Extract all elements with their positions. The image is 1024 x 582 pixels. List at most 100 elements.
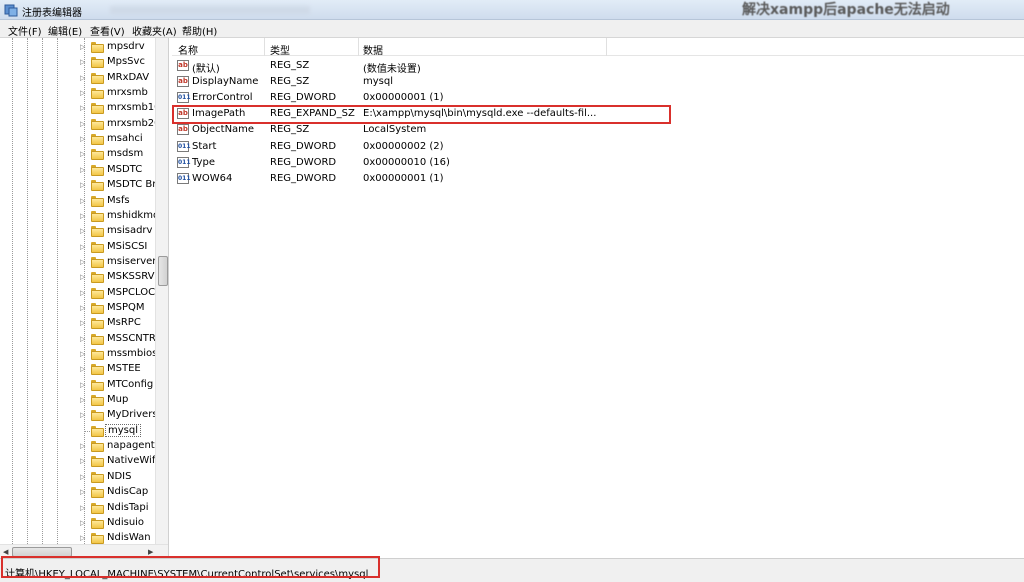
column-type-header[interactable]: 类型 (270, 42, 290, 57)
folder-icon (91, 471, 104, 483)
tree-item[interactable]: ▷ MSDTC Bri (0, 178, 160, 193)
tree-item[interactable]: ▷ mrxsmb (0, 86, 160, 101)
tree-item[interactable]: ▷ MSPQM (0, 301, 160, 316)
key-tree-pane[interactable]: ▷ mpsdrv ▷ MpsSvc ▷ MRxDAV ▷ mrxsmb ▷ mrxsmb10 ▷ mr… (0, 38, 169, 558)
tree-item[interactable]: ▷ MyDrivers (0, 408, 160, 423)
tree-item[interactable]: ▷ napagent (0, 439, 160, 454)
tree-item[interactable]: ▷ msahci (0, 132, 160, 147)
tree-item[interactable]: ▷ MSKSSRV (0, 270, 160, 285)
expand-arrow-icon[interactable]: ▷ (80, 350, 88, 359)
expand-arrow-icon[interactable]: ▷ (80, 457, 88, 466)
expand-arrow-icon[interactable]: ▷ (80, 396, 88, 405)
tree-item[interactable]: ▷ mpsdrv (0, 40, 160, 55)
tree-item[interactable]: ▷ msiserver (0, 255, 160, 270)
value-row[interactable]: ab ImagePath REG_EXPAND_SZ E:\xampp\mysql\b… (172, 106, 1022, 122)
tree-item-label: mpsdrv (107, 41, 145, 52)
column-separator[interactable] (264, 38, 265, 56)
column-separator[interactable] (606, 38, 607, 56)
expand-arrow-icon[interactable]: ▷ (80, 289, 88, 298)
tree-item-label: MSDTC Bri (107, 179, 160, 191)
value-row[interactable]: 011 Start REG_DWORD 0x00000002 (2) (172, 139, 1022, 155)
column-separator[interactable] (358, 38, 359, 56)
expand-arrow-icon[interactable]: ▷ (80, 135, 88, 144)
expand-arrow-icon[interactable]: ▷ (80, 258, 88, 267)
tree-item[interactable]: ▷ NdisCap (0, 485, 160, 500)
expand-arrow-icon[interactable]: ▷ (80, 227, 88, 236)
expand-arrow-icon[interactable]: ▷ (80, 197, 88, 206)
expand-arrow-icon[interactable]: ▷ (80, 473, 88, 482)
expand-arrow-icon[interactable]: ▷ (80, 150, 88, 159)
tree-item[interactable]: ▷ MSPCLOCK (0, 286, 162, 301)
tree-vertical-scrollbar[interactable] (155, 38, 168, 544)
expand-arrow-icon[interactable]: ▷ (80, 381, 88, 390)
tree-item[interactable]: ▷ MSTEE (0, 362, 160, 377)
expand-arrow-icon[interactable]: ▷ (80, 104, 88, 113)
tree-item[interactable]: ▷ MTConfig (0, 378, 160, 393)
expand-arrow-icon[interactable]: ▷ (80, 89, 88, 98)
tree-item[interactable]: ▷ MSDTC (0, 163, 160, 178)
values-list-pane[interactable]: 名称 类型 数据 ab (默认) REG_SZ (数值未设置) ab DisplayNam… (172, 38, 1024, 558)
expand-arrow-icon[interactable]: ▷ (80, 212, 88, 221)
folder-icon (91, 287, 104, 299)
value-data: 0x00000010 (16) (363, 156, 450, 168)
tree-vertical-scroll-thumb[interactable] (158, 256, 168, 286)
expand-arrow-icon[interactable]: ▷ (80, 365, 88, 374)
expand-arrow-icon[interactable]: ▷ (80, 243, 88, 252)
tree-item[interactable]: ▷ MpsSvc (0, 55, 160, 70)
value-row[interactable]: ab DisplayName REG_SZ mysql (172, 74, 1022, 90)
expand-arrow-icon[interactable]: ▷ (80, 319, 88, 328)
expand-arrow-icon[interactable]: ▷ (80, 181, 88, 190)
expand-arrow-icon[interactable]: ▷ (80, 442, 88, 451)
expand-arrow-icon[interactable]: ▷ (80, 43, 88, 52)
tree-item[interactable]: ▷ MSSCNTRS (0, 332, 162, 347)
tree-item[interactable]: ▷ mrxsmb20 (0, 117, 161, 132)
value-row[interactable]: ab ObjectName REG_SZ LocalSystem (172, 122, 1022, 138)
expand-arrow-icon[interactable]: ▷ (80, 120, 88, 129)
tree-item[interactable]: ▷ mshidkmd (0, 209, 160, 224)
folder-icon (91, 533, 104, 545)
string-value-icon: ab (177, 60, 189, 71)
scroll-right-icon[interactable]: ▶ (148, 548, 153, 556)
folder-icon (91, 210, 104, 222)
tree-item[interactable]: ▷ mrxsmb10 (0, 101, 161, 116)
tree-item[interactable]: ▷ Ndisuio (0, 516, 160, 531)
tree-item[interactable]: ▷ Msfs (0, 194, 160, 209)
tree-item[interactable]: ▷ Mup (0, 393, 160, 408)
tree-item[interactable]: ▷ msisadrv (0, 224, 160, 239)
tree-item[interactable]: ▷ MSiSCSI (0, 240, 160, 255)
tree-item[interactable]: ▷ NdisTapi (0, 501, 160, 516)
menu-file[interactable]: 文件(F) (8, 23, 42, 38)
tree-item[interactable]: mysql (0, 423, 160, 439)
menu-help[interactable]: 帮助(H) (182, 23, 217, 38)
expand-arrow-icon[interactable]: ▷ (80, 304, 88, 313)
expand-arrow-icon[interactable]: ▷ (80, 411, 88, 420)
expand-arrow-icon[interactable]: ▷ (80, 335, 88, 344)
tree-item[interactable]: ▷ mssmbios (0, 347, 160, 362)
menu-view[interactable]: 查看(V) (90, 23, 125, 38)
expand-arrow-icon[interactable]: ▷ (80, 504, 88, 513)
expand-arrow-icon[interactable]: ▷ (80, 534, 88, 543)
tree-item[interactable]: ▷ msdsm (0, 147, 160, 162)
expand-arrow-icon[interactable]: ▷ (80, 166, 88, 175)
expand-arrow-icon[interactable]: ▷ (80, 519, 88, 528)
folder-icon (91, 517, 104, 529)
expand-arrow-icon[interactable]: ▷ (80, 488, 88, 497)
value-row[interactable]: ab (默认) REG_SZ (数值未设置) (172, 58, 1022, 75)
expand-arrow-icon[interactable]: ▷ (80, 74, 88, 83)
tree-item[interactable]: ▷ NativeWifi (0, 454, 160, 469)
scroll-left-icon[interactable]: ◀ (3, 548, 8, 556)
menu-edit[interactable]: 编辑(E) (48, 23, 82, 38)
tree-horizontal-scroll-thumb[interactable] (12, 547, 72, 557)
tree-item[interactable]: ▷ MsRPC (0, 316, 160, 331)
expand-arrow-icon[interactable]: ▷ (80, 273, 88, 282)
menu-favorites[interactable]: 收藏夹(A) (132, 23, 177, 38)
value-row[interactable]: 011 Type REG_DWORD 0x00000010 (16) (172, 155, 1022, 171)
tree-horizontal-scrollbar[interactable]: ◀ ▶ (0, 544, 168, 558)
value-row[interactable]: 011 ErrorControl REG_DWORD 0x00000001 (1) (172, 90, 1022, 106)
tree-item[interactable]: ▷ MRxDAV (0, 71, 160, 86)
expand-arrow-icon[interactable]: ▷ (80, 58, 88, 67)
value-row[interactable]: 011 WOW64 REG_DWORD 0x00000001 (1) (172, 171, 1022, 187)
column-name-header[interactable]: 名称 (178, 42, 198, 57)
column-data-header[interactable]: 数据 (363, 42, 383, 57)
tree-item[interactable]: ▷ NDIS (0, 470, 160, 485)
